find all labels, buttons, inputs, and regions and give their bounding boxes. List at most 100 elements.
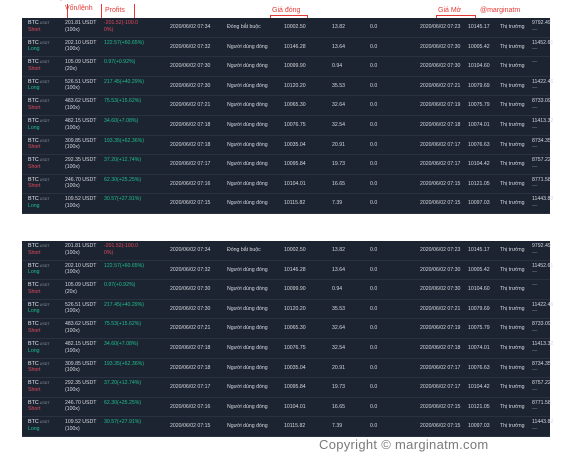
- trade-row[interactable]: BTCUSDT Short 309.85 USDT (100x) 193.35(+62.…: [22, 136, 551, 156]
- trade-row[interactable]: BTCUSDT Short 483.62 USDT (100x) 75.53(+15.6…: [22, 96, 551, 116]
- funding: 0.0: [370, 82, 378, 89]
- placeholder-dash: —: [532, 308, 538, 315]
- margin-amount: 292.35 USDT: [65, 380, 97, 387]
- close-time: 2020/06/02 07:21: [170, 325, 211, 332]
- pnl-value: 37.20(+12.74%): [104, 380, 142, 387]
- margin-amount: 483.62 USDT: [65, 321, 97, 328]
- open-price: 10104.42: [468, 384, 490, 391]
- close-time: 2020/06/02 07:32: [170, 266, 211, 273]
- pair-symbol: BTC: [28, 176, 39, 183]
- funding: 0.0: [370, 305, 378, 312]
- close-time: 2020/06/02 07:34: [170, 24, 211, 30]
- fee: 16.65: [332, 180, 345, 187]
- trade-row[interactable]: BTCUSDT Long 526.51 USDT (100x) 217.45(+40.2…: [22, 300, 553, 320]
- pnl-cell: -201.52(-100.0 0%): [104, 20, 138, 33]
- pair-cell: BTCUSDT Short: [28, 400, 50, 413]
- fee: 35.53: [332, 305, 345, 312]
- trade-row[interactable]: BTCUSDT Long 202.10 USDT (100x) 122.57(+60.6…: [22, 38, 553, 58]
- leverage: (100x): [65, 367, 80, 374]
- close-price: 10115.82: [284, 423, 306, 430]
- open-time: 2020/06/02 07:17: [420, 384, 461, 391]
- liquidation-cell: 11413.32—: [532, 341, 553, 354]
- position-side: Long: [28, 425, 40, 432]
- pnl-value: 193.35(+62.36%): [104, 137, 144, 144]
- liquidation-cell: 11443.82—: [532, 419, 553, 432]
- margin-amount: 482.15 USDT: [65, 118, 97, 124]
- fee: 35.53: [332, 82, 345, 89]
- leverage: (100x): [65, 183, 80, 190]
- quote-currency: USDT: [39, 40, 50, 45]
- close-type: Người dùng đóng: [227, 43, 268, 50]
- quote-currency: USDT: [39, 381, 50, 386]
- open-price: 10076.63: [468, 364, 490, 371]
- pnl-value: 37.20(+12.74%): [104, 157, 142, 164]
- placeholder-dash: —: [532, 144, 538, 151]
- trade-row[interactable]: BTCUSDT Short 105.09 USDT (20x) 0.97(+0.92%)…: [22, 57, 550, 77]
- liquidation-price: 9792.49: [532, 243, 551, 249]
- trade-row[interactable]: BTCUSDT Short 201.81 USDT (100x) -201.52(-10…: [22, 18, 551, 38]
- trade-row[interactable]: BTCUSDT Long 109.52 USDT (100x) 30.57(+27.91…: [22, 194, 553, 214]
- funding: 0.0: [370, 122, 378, 128]
- margin-amount: 201.81 USDT: [65, 243, 97, 249]
- quote-currency: USDT: [39, 60, 50, 65]
- pair-cell: BTCUSDT Long: [28, 341, 50, 354]
- pnl-value: 0.97(+0.92%): [104, 282, 136, 289]
- close-time: 2020/06/02 07:30: [170, 286, 211, 293]
- order-kind: Thị trường: [500, 122, 525, 128]
- trade-row[interactable]: BTCUSDT Long 109.52 USDT (100x) 30.57(+27.91…: [22, 417, 553, 437]
- order-kind: Thị trường: [500, 141, 525, 148]
- order-kind: Thị trường: [500, 82, 525, 89]
- close-price: 10099.90: [284, 286, 306, 293]
- fee: 32.54: [332, 345, 345, 351]
- open-time: 2020/06/02 07:15: [420, 180, 461, 187]
- pnl-cell: 30.57(+27.91%): [104, 419, 141, 426]
- pair-cell: BTCUSDT Short: [28, 282, 50, 295]
- liquidation-cell: 8734.35—: [532, 361, 551, 374]
- liquidation-price: 8757.22: [532, 380, 551, 387]
- open-time: 2020/06/02 07:30: [420, 43, 461, 50]
- pair-symbol: BTC: [28, 380, 39, 387]
- leverage: (100x): [65, 386, 80, 393]
- trade-row[interactable]: BTCUSDT Short 483.62 USDT (100x) 75.53(+15.6…: [22, 319, 551, 339]
- open-time: 2020/06/02 07:21: [420, 82, 461, 89]
- close-type: Người dùng đóng: [227, 200, 268, 207]
- funding: 0.0: [370, 180, 378, 187]
- trade-row[interactable]: BTCUSDT Short 292.35 USDT (100x) 37.20(+12.7…: [22, 378, 551, 398]
- liquidation-cell: —: [532, 59, 537, 66]
- trade-row[interactable]: BTCUSDT Short 201.81 USDT (100x) -201.52(-10…: [22, 241, 551, 261]
- close-time: 2020/06/02 07:34: [170, 247, 211, 253]
- annotation-profits: Profits: [105, 7, 125, 14]
- fee: 13.82: [332, 247, 345, 253]
- pair-cell: BTCUSDT Long: [28, 118, 50, 131]
- close-price: 10002.50: [284, 24, 306, 30]
- trade-row[interactable]: BTCUSDT Short 246.70 USDT (100x) 62.30(+25.2…: [22, 175, 551, 195]
- pair-cell: BTCUSDT Short: [28, 380, 50, 393]
- position-side: Long: [28, 308, 40, 315]
- order-kind: Thị trường: [500, 43, 525, 50]
- trade-row[interactable]: BTCUSDT Long 482.15 USDT (100x) 34.60(+7.08%…: [22, 116, 553, 136]
- pnl-cell: 37.20(+12.74%): [104, 380, 141, 387]
- trade-row[interactable]: BTCUSDT Short 246.70 USDT (100x) 62.30(+25.2…: [22, 398, 551, 418]
- order-kind: Thị trường: [500, 102, 525, 109]
- quote-currency: USDT: [39, 138, 50, 143]
- pnl-cell: 217.45(+40.29%): [104, 79, 144, 86]
- liquidation-price: 8757.22: [532, 157, 551, 164]
- copyright-text: Copyright © marginatm.com: [319, 437, 489, 452]
- trade-row[interactable]: BTCUSDT Short 309.85 USDT (100x) 193.35(+62.…: [22, 359, 551, 379]
- funding: 0.0: [370, 403, 378, 410]
- trade-row[interactable]: BTCUSDT Long 482.15 USDT (100x) 34.60(+7.08%…: [22, 339, 553, 359]
- quote-currency: USDT: [39, 400, 50, 405]
- annotation-close-price: Giá đóng: [272, 7, 301, 14]
- open-time: 2020/06/02 07:23: [420, 24, 461, 30]
- close-price: 10104.01: [284, 180, 306, 187]
- trade-row[interactable]: BTCUSDT Short 292.35 USDT (100x) 37.20(+12.7…: [22, 155, 551, 175]
- trade-row[interactable]: BTCUSDT Long 526.51 USDT (100x) 217.45(+40.2…: [22, 77, 553, 97]
- funding: 0.0: [370, 24, 378, 30]
- trade-row[interactable]: BTCUSDT Long 202.10 USDT (100x) 122.57(+60.6…: [22, 261, 553, 281]
- liquidation-price: 8733.09: [532, 321, 551, 328]
- pair-cell: BTCUSDT Short: [28, 243, 50, 256]
- trade-row[interactable]: BTCUSDT Short 105.09 USDT (20x) 0.97(+0.92%)…: [22, 280, 550, 300]
- quote-currency: USDT: [39, 79, 50, 84]
- open-time: 2020/06/02 07:15: [420, 200, 461, 207]
- pair-symbol: BTC: [28, 341, 39, 347]
